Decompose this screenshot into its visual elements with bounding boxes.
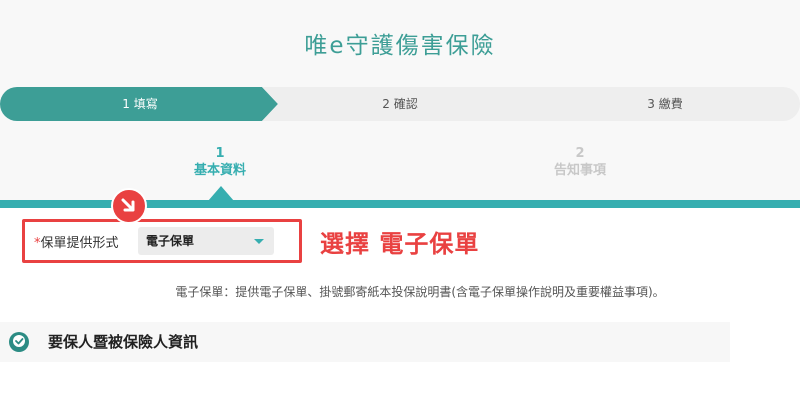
chevron-down-icon bbox=[254, 239, 264, 244]
substep-basic-info[interactable]: 1 基本資料 bbox=[170, 145, 270, 179]
substep-label: 告知事項 bbox=[553, 163, 606, 178]
progress-bar: 1 填寫 2 確認 3 繳費 bbox=[0, 87, 800, 121]
substep-disclosure[interactable]: 2 告知事項 bbox=[530, 145, 630, 179]
substep-number: 1 bbox=[215, 146, 225, 161]
section-title: 要保人暨被保險人資訊 bbox=[48, 333, 199, 351]
substep-nav: 1 基本資料 2 告知事項 bbox=[0, 145, 800, 195]
policy-format-note: 電子保單：提供電子保單、掛號郵寄紙本投保說明書(含電子保單操作說明及重要權益事項… bbox=[175, 285, 665, 299]
progress-step-confirm: 2 確認 bbox=[382, 97, 418, 111]
page-title: 唯e守護傷害保險 bbox=[304, 33, 496, 59]
annotation-callout: 選擇 電子保單 bbox=[320, 230, 480, 258]
policy-format-label: *保單提供形式 bbox=[34, 232, 119, 251]
substep-pointer bbox=[208, 186, 234, 201]
policy-format-select-value: 電子保單 bbox=[146, 234, 195, 248]
substep-label: 基本資料 bbox=[193, 163, 246, 178]
progress-step-pay: 3 繳費 bbox=[647, 97, 683, 111]
progress-step-fill: 1 填寫 bbox=[122, 97, 158, 111]
policy-format-label-text: 保單提供形式 bbox=[40, 236, 119, 251]
person-check-icon bbox=[9, 332, 29, 352]
arrow-down-right-icon bbox=[111, 188, 147, 224]
policy-format-select[interactable]: 電子保單 bbox=[138, 227, 274, 255]
substep-number: 2 bbox=[575, 146, 585, 161]
